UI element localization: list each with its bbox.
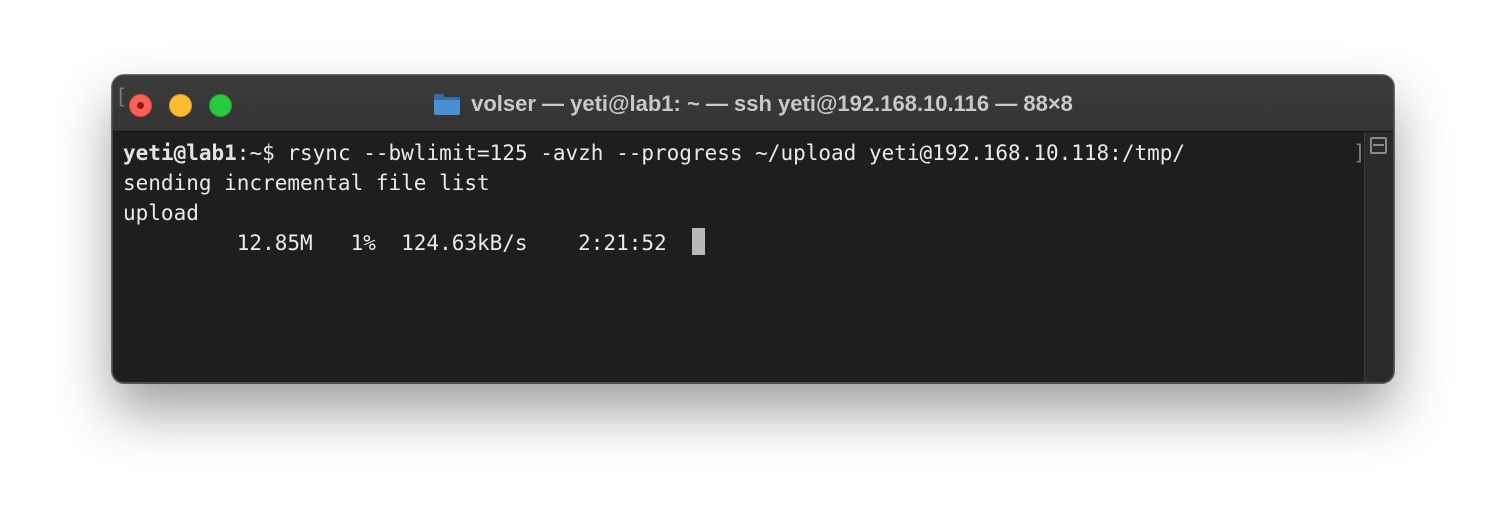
terminal-output[interactable]: yeti@lab1:~$ rsync --bwlimit=125 -avzh -… <box>113 132 1363 382</box>
window-title: volser — yeti@lab1: ~ — ssh yeti@192.168… <box>471 91 1073 116</box>
terminal-window: volser — yeti@lab1: ~ — ssh yeti@192.168… <box>112 75 1394 383</box>
prompt-user: yeti@lab1 <box>123 141 237 165</box>
scrollbar[interactable] <box>1364 132 1393 382</box>
prompt-suffix: :~$ <box>236 141 288 165</box>
window-title-group: volser — yeti@lab1: ~ — ssh yeti@192.168… <box>113 76 1393 132</box>
text-cursor <box>691 228 705 255</box>
title-bar[interactable]: volser — yeti@lab1: ~ — ssh yeti@192.168… <box>113 76 1393 132</box>
output-line: sending incremental file list <box>123 171 490 195</box>
command-line: yeti@lab1:~$ rsync --bwlimit=125 -avzh -… <box>123 138 1363 168</box>
folder-icon <box>433 92 461 116</box>
split-pane-icon[interactable] <box>1370 137 1387 154</box>
progress-line: 12.85M 1% 124.63kB/s 2:21:52 <box>123 228 1363 258</box>
output-line: upload <box>123 201 199 225</box>
command-text: rsync --bwlimit=125 -avzh --progress ~/u… <box>287 141 1186 165</box>
left-bracket-mark: [ <box>115 85 128 109</box>
progress-text: 12.85M 1% 124.63kB/s 2:21:52 <box>123 231 692 255</box>
